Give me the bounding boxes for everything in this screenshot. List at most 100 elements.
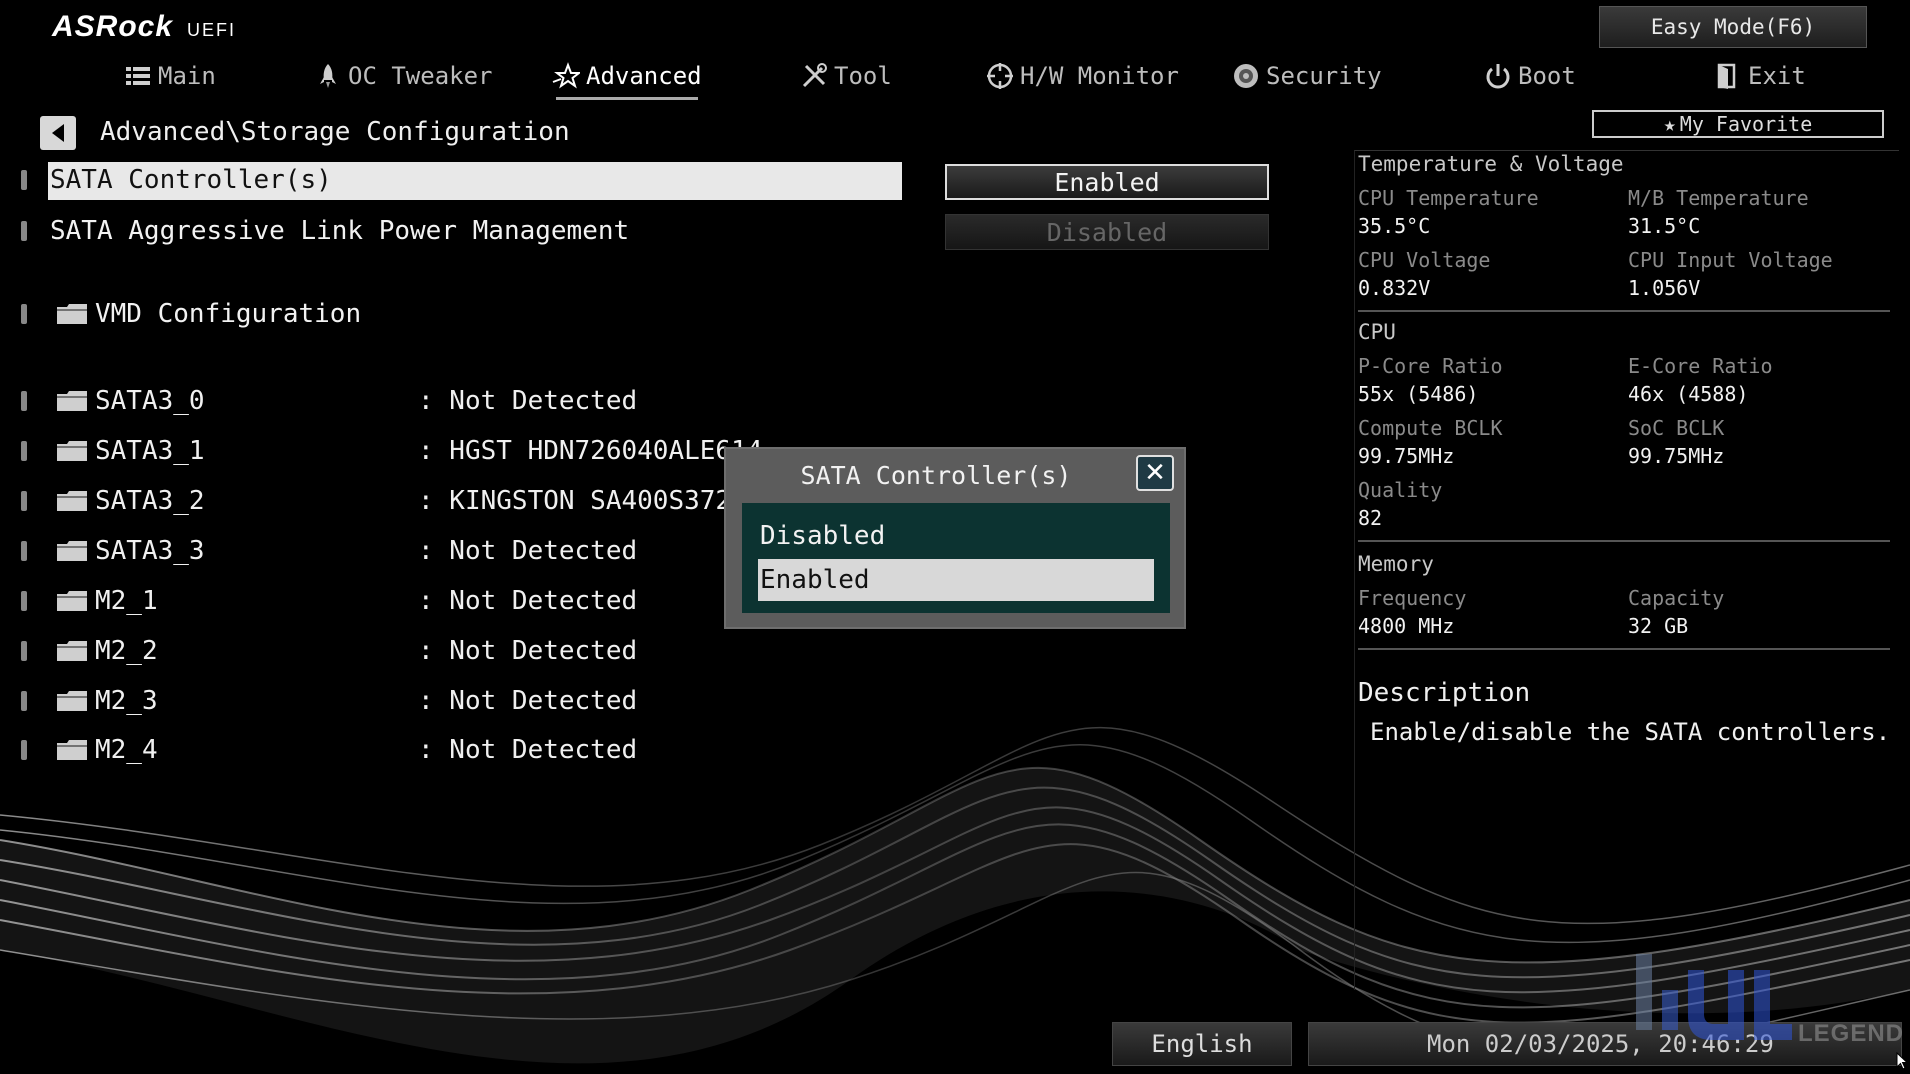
vmd-configuration-label: VMD Configuration (95, 299, 362, 329)
row-marker (21, 304, 27, 324)
brand-name: ASRock (52, 10, 174, 43)
cpu-section-title: CPU (1358, 320, 1396, 344)
crosshair-icon (987, 63, 1013, 89)
row-marker (21, 391, 27, 411)
folder-icon (57, 304, 87, 324)
easy-mode-button[interactable]: Easy Mode(F6) (1599, 6, 1867, 48)
tab-tool[interactable]: Tool (800, 56, 892, 96)
tab-hw-monitor-label: H/W Monitor (1020, 62, 1179, 90)
asrock-logo: ASRock UEFI (52, 10, 236, 44)
vmd-configuration-item[interactable]: VMD Configuration (0, 294, 910, 334)
tab-advanced[interactable]: Advanced (552, 56, 702, 100)
row-marker (21, 491, 27, 511)
cpu-input-voltage-value: 1.056V (1628, 276, 1701, 300)
folder-icon (57, 691, 87, 711)
tab-advanced-label: Advanced (586, 62, 702, 90)
exit-icon (1717, 63, 1736, 89)
pcore-ratio-label: P-Core Ratio (1358, 354, 1503, 378)
divider (1358, 540, 1890, 542)
folder-icon (57, 591, 87, 611)
soc-bclk-value: 99.75MHz (1628, 444, 1725, 468)
info-panel-frame (1354, 150, 1899, 990)
watermark-text: LEGEND (1798, 1020, 1905, 1047)
device-name: SATA3_3 (95, 536, 205, 566)
tab-hw-monitor[interactable]: H/W Monitor (986, 56, 1179, 96)
option-disabled[interactable]: Disabled (742, 515, 1170, 557)
description-title: Description (1358, 678, 1531, 708)
divider (1358, 648, 1890, 650)
device-name: SATA3_2 (95, 486, 205, 516)
row-marker (21, 641, 27, 661)
device-name: SATA3_1 (95, 436, 205, 466)
language-button[interactable]: English (1112, 1022, 1292, 1066)
my-favorite-label: My Favorite (1679, 112, 1813, 136)
device-name: M2_4 (95, 735, 158, 765)
popup-option-list: Disabled Enabled (742, 503, 1170, 613)
cpu-temp-label: CPU Temperature (1358, 186, 1539, 210)
quality-value: 82 (1358, 506, 1383, 530)
folder-icon (57, 491, 87, 511)
row-marker (21, 591, 27, 611)
folder-icon (57, 441, 87, 461)
tab-exit[interactable]: Exit (1714, 56, 1806, 96)
mb-temp-value: 31.5°C (1628, 214, 1701, 238)
my-favorite-button[interactable]: ★ My Favorite (1592, 110, 1884, 138)
device-value: : Not Detected (418, 536, 638, 566)
breadcrumb: Advanced\Storage Configuration (100, 117, 570, 147)
device-row-sata3-0[interactable]: SATA3_0 : Not Detected (0, 381, 910, 421)
pcore-ratio-value: 55x (5486) (1358, 382, 1479, 406)
shield-icon (1234, 64, 1258, 88)
tab-oc-tweaker[interactable]: OC Tweaker (314, 56, 493, 96)
row-marker (21, 740, 27, 760)
frequency-label: Frequency (1358, 586, 1467, 610)
device-row-m2-2[interactable]: M2_2 : Not Detected (0, 631, 910, 671)
device-value: : Not Detected (418, 386, 638, 416)
sata-controller-setting[interactable]: SATA Controller(s) (0, 160, 910, 200)
back-button[interactable] (40, 116, 76, 150)
capacity-label: Capacity (1628, 586, 1725, 610)
cpu-voltage-value: 0.832V (1358, 276, 1431, 300)
sata-controller-value[interactable]: Enabled (945, 164, 1269, 200)
device-value: : Not Detected (418, 586, 638, 616)
folder-icon (57, 391, 87, 411)
device-name: M2_2 (95, 636, 158, 666)
option-enabled[interactable]: Enabled (758, 559, 1154, 601)
cpu-temp-value: 35.5°C (1358, 214, 1431, 238)
memory-section-title: Memory (1358, 552, 1434, 576)
watermark-glyph-icon (1636, 954, 1792, 1040)
uefi-label: UEFI (187, 20, 237, 40)
compute-bclk-value: 99.75MHz (1358, 444, 1455, 468)
device-name: M2_3 (95, 686, 158, 716)
description-text: Enable/disable the SATA controllers. (1370, 718, 1891, 746)
device-row-m2-4[interactable]: M2_4 : Not Detected (0, 730, 910, 770)
tab-main-label: Main (158, 62, 216, 90)
device-value: : HGST HDN726040ALE614 (418, 436, 763, 466)
sata-alpm-value: Disabled (945, 214, 1269, 250)
ecore-ratio-value: 46x (4588) (1628, 382, 1749, 406)
tab-main[interactable]: Main (124, 56, 216, 96)
folder-icon (57, 641, 87, 661)
sata-alpm-label: SATA Aggressive Link Power Management (50, 216, 630, 246)
tab-boot[interactable]: Boot (1484, 56, 1576, 96)
device-row-m2-3[interactable]: M2_3 : Not Detected (0, 681, 910, 721)
sata-controller-popup: SATA Controller(s) ✕ Disabled Enabled (724, 447, 1186, 629)
tab-oc-tweaker-label: OC Tweaker (348, 62, 493, 90)
sata-alpm-setting[interactable]: SATA Aggressive Link Power Management (0, 211, 910, 251)
tab-tool-label: Tool (834, 62, 892, 90)
main-nav: Main OC Tweaker Advanced Tool H/W Monito… (0, 56, 1910, 100)
close-button[interactable]: ✕ (1136, 455, 1174, 491)
quality-label: Quality (1358, 478, 1443, 502)
ecore-ratio-label: E-Core Ratio (1628, 354, 1773, 378)
tab-boot-label: Boot (1518, 62, 1576, 90)
mb-temp-label: M/B Temperature (1628, 186, 1809, 210)
folder-icon (57, 740, 87, 760)
row-marker (21, 691, 27, 711)
tab-security[interactable]: Security (1232, 56, 1382, 96)
row-marker (21, 221, 27, 241)
device-name: M2_1 (95, 586, 158, 616)
frequency-value: 4800 MHz (1358, 614, 1455, 638)
divider (1358, 310, 1890, 312)
star-icon (552, 62, 580, 89)
temp-voltage-title: Temperature & Voltage (1358, 152, 1624, 176)
capacity-value: 32 GB (1628, 614, 1689, 638)
